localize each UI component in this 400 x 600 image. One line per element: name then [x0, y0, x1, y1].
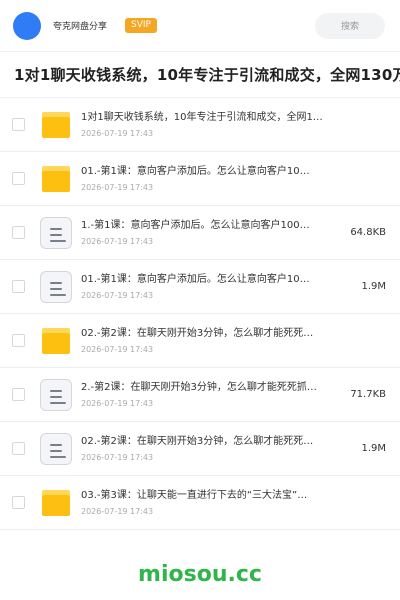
folder-shape	[42, 489, 70, 516]
file-name: 01.-第1课：意向客户添加后。怎么让意向客户10…	[81, 165, 310, 177]
file-info: 01.-第1课：意向客户添加后。怎么让意向客户10… 2026-07-19 17:…	[81, 273, 341, 301]
folder-shape	[42, 165, 70, 192]
document-icon	[39, 216, 73, 250]
file-list: 1对1聊天收钱系统，10年专注于引流和成交，全网1… 2026-07-19 17:…	[0, 98, 400, 530]
file-date: 2026-07-19 17:43	[81, 344, 154, 354]
document-shape	[40, 378, 72, 411]
file-date: 2026-07-19 17:43	[81, 452, 154, 462]
folder-shape	[42, 111, 70, 138]
file-row[interactable]: 02.-第2课：在聊天刚开始3分钟，怎么聊才能死死… 2026-07-19 17:…	[0, 422, 400, 476]
file-row[interactable]: 01.-第1课：意向客户添加后。怎么让意向客户10… 2026-07-19 17:…	[0, 152, 400, 206]
document-shape	[40, 270, 72, 303]
file-row[interactable]: 03.-第3课：让聊天能一直进行下去的“三大法宝”… 2026-07-19 17:…	[0, 476, 400, 530]
file-row[interactable]: 01.-第1课：意向客户添加后。怎么让意向客户10… 2026-07-19 17:…	[0, 260, 400, 314]
document-icon	[39, 270, 73, 304]
folder-icon	[39, 162, 73, 196]
file-checkbox[interactable]	[12, 118, 25, 131]
document-shape	[40, 432, 72, 465]
file-checkbox[interactable]	[12, 334, 25, 347]
svip-badge: SVIP	[125, 18, 157, 33]
file-name: 03.-第3课：让聊天能一直进行下去的“三大法宝”…	[81, 489, 308, 501]
file-checkbox[interactable]	[12, 496, 25, 509]
file-size: 71.7KB	[350, 389, 386, 400]
file-info: 1.-第1课：意向客户添加后。怎么让意向客户100… 2026-07-19 17:…	[81, 219, 341, 247]
file-size: 1.9M	[361, 281, 386, 292]
file-checkbox[interactable]	[12, 226, 25, 239]
file-info: 1对1聊天收钱系统，10年专注于引流和成交，全网1… 2026-07-19 17:…	[81, 111, 341, 139]
file-date: 2026-07-19 17:43	[81, 506, 154, 516]
folder-icon	[39, 324, 73, 358]
file-size: 1.9M	[361, 443, 386, 454]
folder-shape	[42, 327, 70, 354]
file-info: 02.-第2课：在聊天刚开始3分钟，怎么聊才能死死… 2026-07-19 17:…	[81, 327, 341, 355]
file-row[interactable]: 2.-第2课：在聊天刚开始3分钟，怎么聊才能死死抓… 2026-07-19 17:…	[0, 368, 400, 422]
file-checkbox[interactable]	[12, 172, 25, 185]
folder-icon	[39, 108, 73, 142]
document-shape	[40, 216, 72, 249]
file-checkbox[interactable]	[12, 388, 25, 401]
file-date: 2026-07-19 17:43	[81, 398, 154, 408]
file-name: 1对1聊天收钱系统，10年专注于引流和成交，全网1…	[81, 111, 323, 123]
search-input[interactable]: 搜索	[315, 12, 385, 39]
file-name: 01.-第1课：意向客户添加后。怎么让意向客户10…	[81, 273, 310, 285]
header-bar: 夸克网盘分享 SVIP 搜索	[0, 0, 400, 52]
file-row[interactable]: 02.-第2课：在聊天刚开始3分钟，怎么聊才能死死… 2026-07-19 17:…	[0, 314, 400, 368]
file-row[interactable]: 1对1聊天收钱系统，10年专注于引流和成交，全网1… 2026-07-19 17:…	[0, 98, 400, 152]
document-icon	[39, 378, 73, 412]
file-date: 2026-07-19 17:43	[81, 182, 154, 192]
file-date: 2026-07-19 17:43	[81, 290, 154, 300]
page-title-bar: 1对1聊天收钱系统，10年专注于引流和成交，全网130万+	[0, 52, 400, 98]
file-info: 01.-第1课：意向客户添加后。怎么让意向客户10… 2026-07-19 17:…	[81, 165, 341, 193]
file-name: 1.-第1课：意向客户添加后。怎么让意向客户100…	[81, 219, 310, 231]
file-name: 2.-第2课：在聊天刚开始3分钟，怎么聊才能死死抓…	[81, 381, 317, 393]
file-name: 02.-第2课：在聊天刚开始3分钟，怎么聊才能死死…	[81, 327, 314, 339]
search-placeholder: 搜索	[340, 22, 359, 32]
file-info: 2.-第2课：在聊天刚开始3分钟，怎么聊才能死死抓… 2026-07-19 17:…	[81, 381, 341, 409]
avatar[interactable]	[13, 11, 41, 40]
username: 夸克网盘分享	[53, 22, 108, 32]
file-info: 02.-第2课：在聊天刚开始3分钟，怎么聊才能死死… 2026-07-19 17:…	[81, 435, 341, 463]
file-checkbox[interactable]	[12, 280, 25, 293]
file-date: 2026-07-19 17:43	[81, 128, 154, 138]
file-size: 64.8KB	[350, 227, 386, 238]
document-icon	[39, 432, 73, 466]
file-row[interactable]: 1.-第1课：意向客户添加后。怎么让意向客户100… 2026-07-19 17:…	[0, 206, 400, 260]
file-date: 2026-07-19 17:43	[81, 236, 154, 246]
watermark: miosou.cc	[138, 562, 262, 587]
page-title: 1对1聊天收钱系统，10年专注于引流和成交，全网130万+	[14, 66, 400, 84]
folder-icon	[39, 486, 73, 520]
file-checkbox[interactable]	[12, 442, 25, 455]
file-name: 02.-第2课：在聊天刚开始3分钟，怎么聊才能死死…	[81, 435, 314, 447]
file-info: 03.-第3课：让聊天能一直进行下去的“三大法宝”… 2026-07-19 17:…	[81, 489, 341, 517]
